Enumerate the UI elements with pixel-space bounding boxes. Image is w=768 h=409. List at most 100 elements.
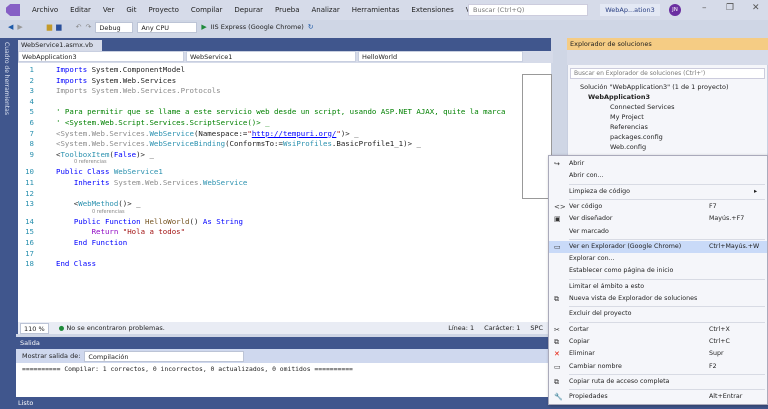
menu-git[interactable]: Git	[120, 6, 142, 14]
project-nav-dropdown[interactable]: WebApplication3	[18, 51, 184, 62]
toolbox-strip[interactable]: Cuadro de herramientas	[0, 38, 16, 397]
platform-dropdown[interactable]: Any CPU	[137, 21, 198, 33]
context-menu-item-ver-marcado[interactable]: Ver marcado	[549, 226, 767, 238]
context-menu-item-propiedades[interactable]: 🔧 Propiedades Alt+Entrar	[549, 391, 767, 403]
problems-status[interactable]: ● No se encontraron problemas.	[59, 324, 165, 332]
code-line[interactable]: 11 Inherits System.Web.Services.WebServi…	[18, 177, 518, 188]
code-line[interactable]: 12	[18, 188, 518, 199]
menu-item-label: Ver código	[569, 202, 603, 210]
char-indicator: Carácter: 1	[484, 324, 521, 332]
search-input[interactable]: Buscar (Ctrl+Q)	[468, 4, 588, 16]
tree-item-solution[interactable]: Solución "WebApplication3" (1 de 1 proye…	[580, 83, 728, 91]
menu-item-shortcut: Ctrl+Mayús.+W	[709, 242, 760, 250]
undo-icon[interactable]: ↶	[76, 23, 82, 31]
code-line[interactable]: 5 ' Para permitir que se llame a este ser…	[18, 106, 518, 117]
context-menu-item-copiar[interactable]: ⧉ Copiar Ctrl+C	[549, 336, 767, 348]
refresh-icon[interactable]: ↻	[308, 23, 314, 31]
code-line[interactable]: 10 Public Class WebService1	[18, 166, 518, 177]
context-menu-item-eliminar[interactable]: ✕ Eliminar Supr	[549, 348, 767, 360]
codelens-references[interactable]: 0 referencias	[74, 159, 107, 165]
run-button[interactable]: IIS Express (Google Chrome)	[211, 23, 304, 31]
show-output-label: Mostrar salida de:	[22, 352, 81, 360]
tree-item-connected-services[interactable]: Connected Services	[610, 103, 674, 111]
line-number: 2	[29, 75, 34, 85]
menu-ver[interactable]: Ver	[97, 6, 120, 14]
context-menu-item-limitar-el-ámbito-a-esto[interactable]: Limitar el ámbito a esto	[549, 281, 767, 293]
code-line[interactable]: 16 End Function	[18, 237, 518, 248]
menu-item-label: Abrir	[569, 160, 585, 167]
code-line[interactable]: 6 ' <System.Web.Script.Services.ScriptSer…	[18, 117, 518, 128]
config-dropdown[interactable]: Debug	[95, 21, 134, 33]
menu-compilar[interactable]: Compilar	[185, 6, 229, 14]
menu-item-shortcut: Ctrl+X	[709, 325, 730, 333]
avatar[interactable]: JN	[669, 4, 681, 16]
context-menu-item-ver-código[interactable]: <> Ver código F7	[549, 201, 767, 213]
code-line[interactable]: 13 <WebMethod()> _	[18, 198, 518, 209]
output-source-dropdown[interactable]: Compilación	[84, 350, 245, 362]
menu-separator	[569, 183, 765, 185]
context-menu-item-excluir-del-proyecto[interactable]: Excluir del proyecto	[549, 308, 767, 320]
code-line[interactable]: 2 Imports System.Web.Services	[18, 75, 518, 86]
tab-webservice1[interactable]: WebService1.asmx.vb ✕	[18, 40, 102, 57]
code-line[interactable]: 4	[18, 96, 518, 107]
project-name-badge: WebAp...ation3	[600, 4, 660, 16]
class-nav-dropdown[interactable]: WebService1	[186, 51, 356, 62]
menu-proyecto[interactable]: Proyecto	[142, 6, 184, 14]
tree-item-my-project[interactable]: My Project	[610, 113, 644, 121]
close-icon[interactable]: ✕	[752, 3, 760, 13]
menu-separator	[569, 278, 765, 280]
redo-icon[interactable]: ↷	[85, 23, 91, 31]
code-line[interactable]: 9 <ToolboxItem(False)> _	[18, 149, 518, 160]
code-line[interactable]: 14 Public Function HelloWorld() As Strin…	[18, 216, 518, 227]
menu-analizar[interactable]: Analizar	[305, 6, 345, 14]
menu-editar[interactable]: Editar	[64, 6, 97, 14]
context-menu-item-nueva-vista-de-explorador-de-soluciones[interactable]: ⧉ Nueva vista de Explorador de soluciones	[549, 293, 767, 305]
minimize-icon[interactable]: –	[702, 3, 707, 13]
save-all-icon[interactable]: ▆	[56, 23, 61, 31]
code-line[interactable]: 7 <System.Web.Services.WebService(Namespa…	[18, 128, 518, 139]
code-line[interactable]: 15 Return "Hola a todos"	[18, 226, 518, 237]
code-line[interactable]: 8 <System.Web.Services.WebServiceBinding(…	[18, 138, 518, 149]
code-line[interactable]: 17	[18, 248, 518, 259]
tree-item-references[interactable]: Referencias	[610, 123, 648, 131]
menu-extensiones[interactable]: Extensiones	[405, 6, 459, 14]
tree-item-project[interactable]: WebApplication3	[588, 93, 650, 101]
visual-studio-logo-icon	[6, 4, 20, 16]
tree-item-packages-config[interactable]: packages.config	[610, 133, 663, 141]
toolbar: ◀ ▶ ▆ ▆ ↶ ↷ Debug Any CPU ▶ IIS Express …	[0, 20, 768, 34]
menu-item-shortcut: Mayús.+F7	[709, 215, 745, 223]
menu-herramientas[interactable]: Herramientas	[346, 6, 406, 14]
context-menu-item-copiar-ruta-de-acceso-completa[interactable]: ⧉ Copiar ruta de acceso completa	[549, 376, 767, 388]
context-menu-item-abrir-con[interactable]: Abrir con...	[549, 170, 767, 182]
context-menu-item-abrir[interactable]: ↪ Abrir	[549, 158, 767, 170]
context-menu-item-establecer-como-página-de-inicio[interactable]: Establecer como página de inicio	[549, 265, 767, 277]
tree-item-web-config[interactable]: Web.config	[610, 143, 646, 151]
code-line[interactable]: 1 Imports System.ComponentModel	[18, 64, 518, 75]
menu-archivo[interactable]: Archivo	[26, 6, 64, 14]
back-icon[interactable]: ◀	[8, 23, 13, 31]
code-line[interactable]: 3 Imports System.Web.Services.Protocols	[18, 85, 518, 96]
solution-search-input[interactable]: Buscar en Explorador de soluciones (Ctrl…	[570, 68, 765, 79]
output-text[interactable]: ========== Compilar: 1 correctos, 0 inco…	[16, 363, 568, 397]
code-text: <WebMethod()> _	[56, 199, 141, 209]
menu-prueba[interactable]: Prueba	[269, 6, 305, 14]
forward-icon[interactable]: ▶	[17, 23, 22, 31]
member-nav-dropdown[interactable]: HelloWorld	[358, 51, 523, 62]
open-file-icon[interactable]: ▆	[47, 23, 52, 31]
context-menu-item-ver-diseñador[interactable]: ▣ Ver diseñador Mayús.+F7	[549, 213, 767, 225]
codelens-references[interactable]: 0 referencias	[92, 209, 125, 215]
menu-item-label: Cortar	[569, 325, 589, 333]
menu-depurar[interactable]: Depurar	[228, 6, 269, 14]
play-icon[interactable]: ▶	[201, 23, 206, 31]
maximize-icon[interactable]: ❐	[726, 3, 734, 13]
toolbox-label[interactable]: Cuadro de herramientas	[3, 42, 10, 115]
context-menu-item-cambiar-nombre[interactable]: ▭ Cambiar nombre F2	[549, 361, 767, 373]
code-text: ' <System.Web.Script.Services.ScriptServ…	[56, 118, 270, 127]
code-line[interactable]: 18 End Class	[18, 258, 518, 269]
zoom-dropdown[interactable]: 110 %	[20, 322, 49, 334]
menu-item-label: Excluir del proyecto	[569, 310, 632, 318]
context-menu-item-ver-en-explorador-google-chrome[interactable]: ▭ Ver en Explorador (Google Chrome) Ctrl+M…	[549, 240, 767, 253]
context-menu-item-explorar-con[interactable]: Explorar con...	[549, 253, 767, 265]
context-menu-item-cortar[interactable]: ✂ Cortar Ctrl+X	[549, 324, 767, 336]
context-menu-item-limpieza-de-código[interactable]: Limpieza de código ▸	[549, 186, 767, 198]
